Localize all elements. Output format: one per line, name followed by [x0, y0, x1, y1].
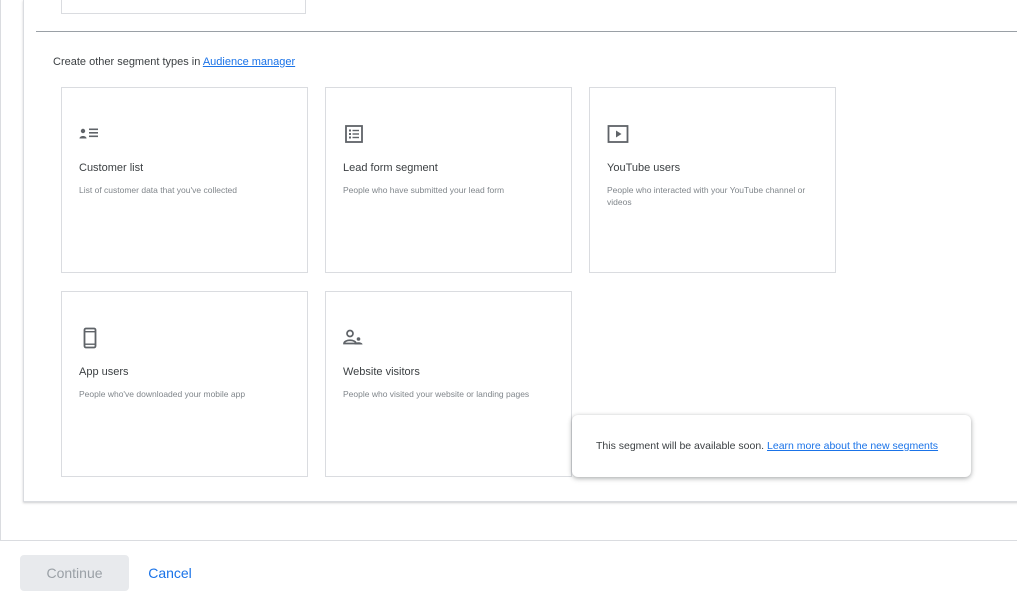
youtube-play-icon	[607, 125, 629, 143]
tile-lead-form-segment[interactable]: Lead form segment People who have submit…	[325, 87, 572, 273]
tile-title: Customer list	[79, 162, 144, 174]
customer-list-icon	[79, 128, 98, 139]
availability-tooltip: This segment will be available soon. Lea…	[572, 415, 971, 477]
tile-title: Website visitors	[343, 366, 420, 378]
tile-description: People who visited your website or landi…	[343, 389, 530, 399]
lead-form-icon	[345, 125, 363, 143]
continue-button[interactable]: Continue	[20, 555, 129, 591]
learn-more-link[interactable]: Learn more about the new segments	[767, 440, 938, 452]
tile-description: List of customer data that you've collec…	[79, 185, 238, 195]
left-edge-rule	[0, 0, 1, 540]
tile-description: People who have submitted your lead form	[343, 185, 505, 195]
previous-tile-stub	[61, 0, 306, 14]
audience-manager-link[interactable]: Audience manager	[203, 56, 295, 68]
tile-title: YouTube users	[607, 162, 681, 174]
mobile-phone-icon	[83, 327, 97, 349]
tile-customer-list[interactable]: Customer list List of customer data that…	[61, 87, 308, 273]
tile-app-users[interactable]: App users People who've downloaded your …	[61, 291, 308, 477]
footer-divider	[0, 540, 1017, 541]
cancel-button[interactable]: Cancel	[140, 555, 200, 591]
segment-types-intro: Create other segment types in Audience m…	[53, 56, 295, 68]
tile-title: App users	[79, 366, 129, 378]
website-visitor-icon	[343, 329, 363, 345]
tile-description: People who've downloaded your mobile app	[79, 389, 246, 399]
intro-text: Create other segment types in	[53, 56, 203, 68]
tile-title: Lead form segment	[343, 162, 438, 174]
tooltip-message: This segment will be available soon. Lea…	[596, 440, 938, 452]
tile-youtube-users[interactable]: YouTube users People who interacted with…	[589, 87, 836, 273]
audience-segment-page: Create other segment types in Audience m…	[0, 0, 1017, 598]
tile-website-visitors[interactable]: Website visitors People who visited your…	[325, 291, 572, 477]
section-divider	[36, 31, 1017, 32]
tooltip-text: This segment will be available soon.	[596, 440, 768, 452]
tile-description: People who interacted with your YouTube …	[607, 185, 806, 207]
